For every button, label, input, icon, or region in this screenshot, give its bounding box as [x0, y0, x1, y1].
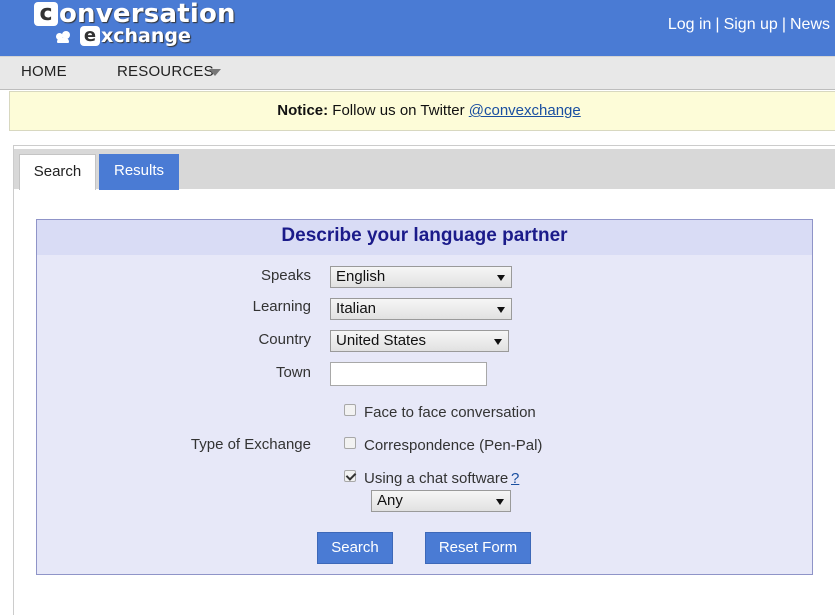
logo-line-2: e xchange: [56, 26, 191, 48]
separator: |: [715, 16, 720, 33]
notice-label: Notice:: [277, 102, 329, 119]
country-label: Country: [258, 331, 311, 348]
news-link[interactable]: News: [790, 16, 830, 33]
chat-software-select[interactable]: Any: [371, 490, 511, 512]
logo-text-exchange: xchange: [101, 25, 191, 47]
town-input[interactable]: [330, 362, 487, 386]
speaks-select[interactable]: English: [330, 266, 512, 288]
chat-software-label[interactable]: Using a chat software: [364, 470, 508, 487]
learning-value: Italian: [336, 300, 377, 317]
chevron-down-icon[interactable]: [209, 69, 221, 76]
learning-label: Learning: [252, 298, 311, 315]
correspondence-label[interactable]: Correspondence (Pen-Pal): [364, 437, 542, 454]
twitter-link[interactable]: @convexchange: [469, 102, 581, 119]
tab-results[interactable]: Results: [99, 154, 179, 190]
partner-search-form: Describe your language partner Speaks En…: [36, 219, 813, 575]
logo-e-box: e: [80, 26, 100, 46]
notice-bar: Notice: Follow us on Twitter @convexchan…: [9, 91, 835, 131]
chat-software-value: Any: [377, 492, 403, 509]
form-title: Describe your language partner: [37, 220, 812, 255]
site-header: c onversation e xchange Log in | Sign up | New…: [0, 0, 835, 56]
logo-c-box: c: [34, 2, 58, 26]
chevron-down-icon: [496, 499, 504, 505]
speaks-label: Speaks: [260, 267, 311, 284]
search-button[interactable]: Search: [317, 532, 393, 564]
chevron-down-icon: [497, 307, 505, 313]
reset-form-button[interactable]: Reset Form: [425, 532, 531, 564]
country-value: United States: [336, 332, 427, 349]
notice-text: Follow us on Twitter: [328, 102, 469, 119]
exchange-type-label: Type of Exchange: [190, 436, 311, 453]
country-select[interactable]: United States: [330, 330, 509, 352]
site-logo[interactable]: c onversation e xchange: [34, 1, 236, 52]
speaks-value: English: [336, 268, 386, 285]
help-link[interactable]: ?: [511, 470, 519, 487]
chevron-down-icon: [494, 339, 502, 345]
nav-home[interactable]: HOME: [21, 63, 67, 80]
town-label: Town: [275, 364, 311, 381]
chevron-down-icon: [497, 275, 505, 281]
nav-resources[interactable]: RESOURCES: [117, 63, 214, 80]
account-links: Log in | Sign up | News: [668, 16, 830, 34]
login-link[interactable]: Log in: [668, 16, 712, 33]
main-nav: HOME RESOURCES: [0, 56, 835, 90]
tab-bar: Search Results: [14, 149, 835, 190]
separator: |: [781, 16, 786, 33]
signup-link[interactable]: Sign up: [724, 16, 778, 33]
chat-software-checkbox[interactable]: [344, 470, 356, 482]
tab-search[interactable]: Search: [19, 154, 96, 190]
correspondence-checkbox[interactable]: [344, 437, 356, 449]
logo-text-conversation: onversation: [59, 0, 236, 29]
face-to-face-checkbox[interactable]: [344, 404, 356, 416]
learning-select[interactable]: Italian: [330, 298, 512, 320]
face-to-face-label[interactable]: Face to face conversation: [364, 404, 536, 421]
